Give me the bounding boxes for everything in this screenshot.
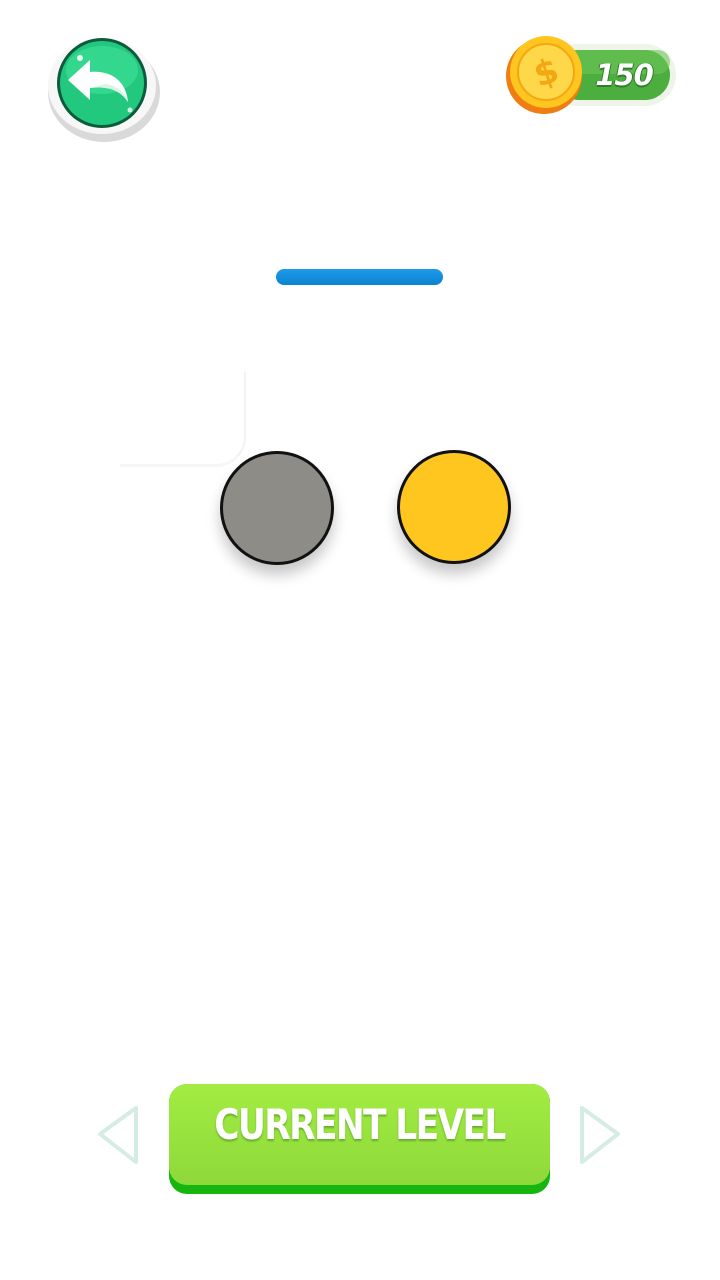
coin-count: 150	[595, 58, 654, 92]
next-level-button[interactable]	[576, 1104, 622, 1166]
current-level-button-face: CURRENT LEVEL	[169, 1084, 550, 1185]
current-level-label: CURRENT LEVEL	[214, 1099, 506, 1149]
back-button[interactable]	[46, 36, 160, 142]
current-level-button[interactable]: CURRENT LEVEL	[169, 1084, 550, 1194]
back-arrow-icon	[48, 38, 160, 142]
dollar-coin-icon: $	[506, 36, 582, 114]
triangle-right-icon	[580, 1106, 620, 1164]
triangle-left-icon	[98, 1106, 138, 1164]
yellow-ball[interactable]	[397, 450, 511, 564]
previous-level-button[interactable]	[96, 1104, 142, 1166]
faint-outline	[120, 372, 246, 467]
blue-platform[interactable]	[276, 269, 443, 285]
gray-ball[interactable]	[220, 451, 334, 565]
